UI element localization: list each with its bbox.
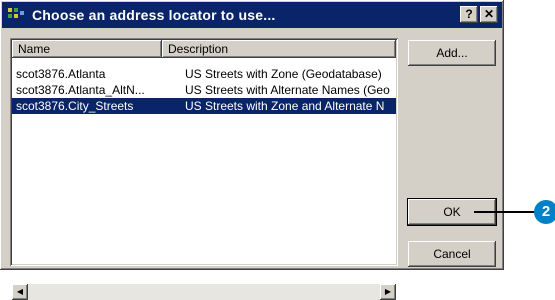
add-button[interactable]: Add... — [408, 40, 496, 66]
locator-description: US Streets with Alternate Names (Geo — [185, 83, 390, 97]
step-callout-badge: 2 — [534, 200, 555, 224]
close-button[interactable]: ✕ — [480, 6, 498, 23]
help-button[interactable]: ? — [460, 6, 478, 23]
arrow-right-icon[interactable]: ▶ — [380, 284, 396, 300]
list-item-selected[interactable]: scot3876.City_Streets US Streets with Zo… — [12, 98, 396, 114]
list-header: Name Description — [12, 40, 396, 58]
dialog-title: Choose an address locator to use... — [32, 7, 276, 23]
address-locator-icon — [8, 8, 26, 22]
locator-name: scot3876.Atlanta_AltN... — [16, 83, 145, 97]
list-item[interactable]: scot3876.Atlanta US Streets with Zone (G… — [12, 66, 396, 82]
locator-name: scot3876.City_Streets — [16, 99, 134, 113]
callout-line — [474, 211, 536, 213]
cancel-button[interactable]: Cancel — [408, 241, 496, 267]
locator-description: US Streets with Zone (Geodatabase) — [185, 67, 382, 81]
locator-description: US Streets with Zone and Alternate N — [185, 99, 385, 113]
arrow-left-icon[interactable]: ◀ — [12, 284, 28, 300]
locator-list[interactable]: Name Description scot3876.Atlanta US Str… — [10, 38, 398, 300]
list-rows: scot3876.Atlanta US Streets with Zone (G… — [12, 66, 396, 114]
title-bar[interactable]: Choose an address locator to use... ? ✕ — [2, 2, 502, 28]
horizontal-scrollbar[interactable]: ◀ ▶ — [12, 284, 396, 300]
choose-address-locator-dialog: Choose an address locator to use... ? ✕ … — [0, 0, 504, 300]
column-header-description[interactable]: Description — [162, 40, 396, 58]
locator-name: scot3876.Atlanta — [16, 67, 106, 81]
list-item[interactable]: scot3876.Atlanta_AltN... US Streets with… — [12, 82, 396, 98]
column-header-name[interactable]: Name — [12, 40, 162, 58]
